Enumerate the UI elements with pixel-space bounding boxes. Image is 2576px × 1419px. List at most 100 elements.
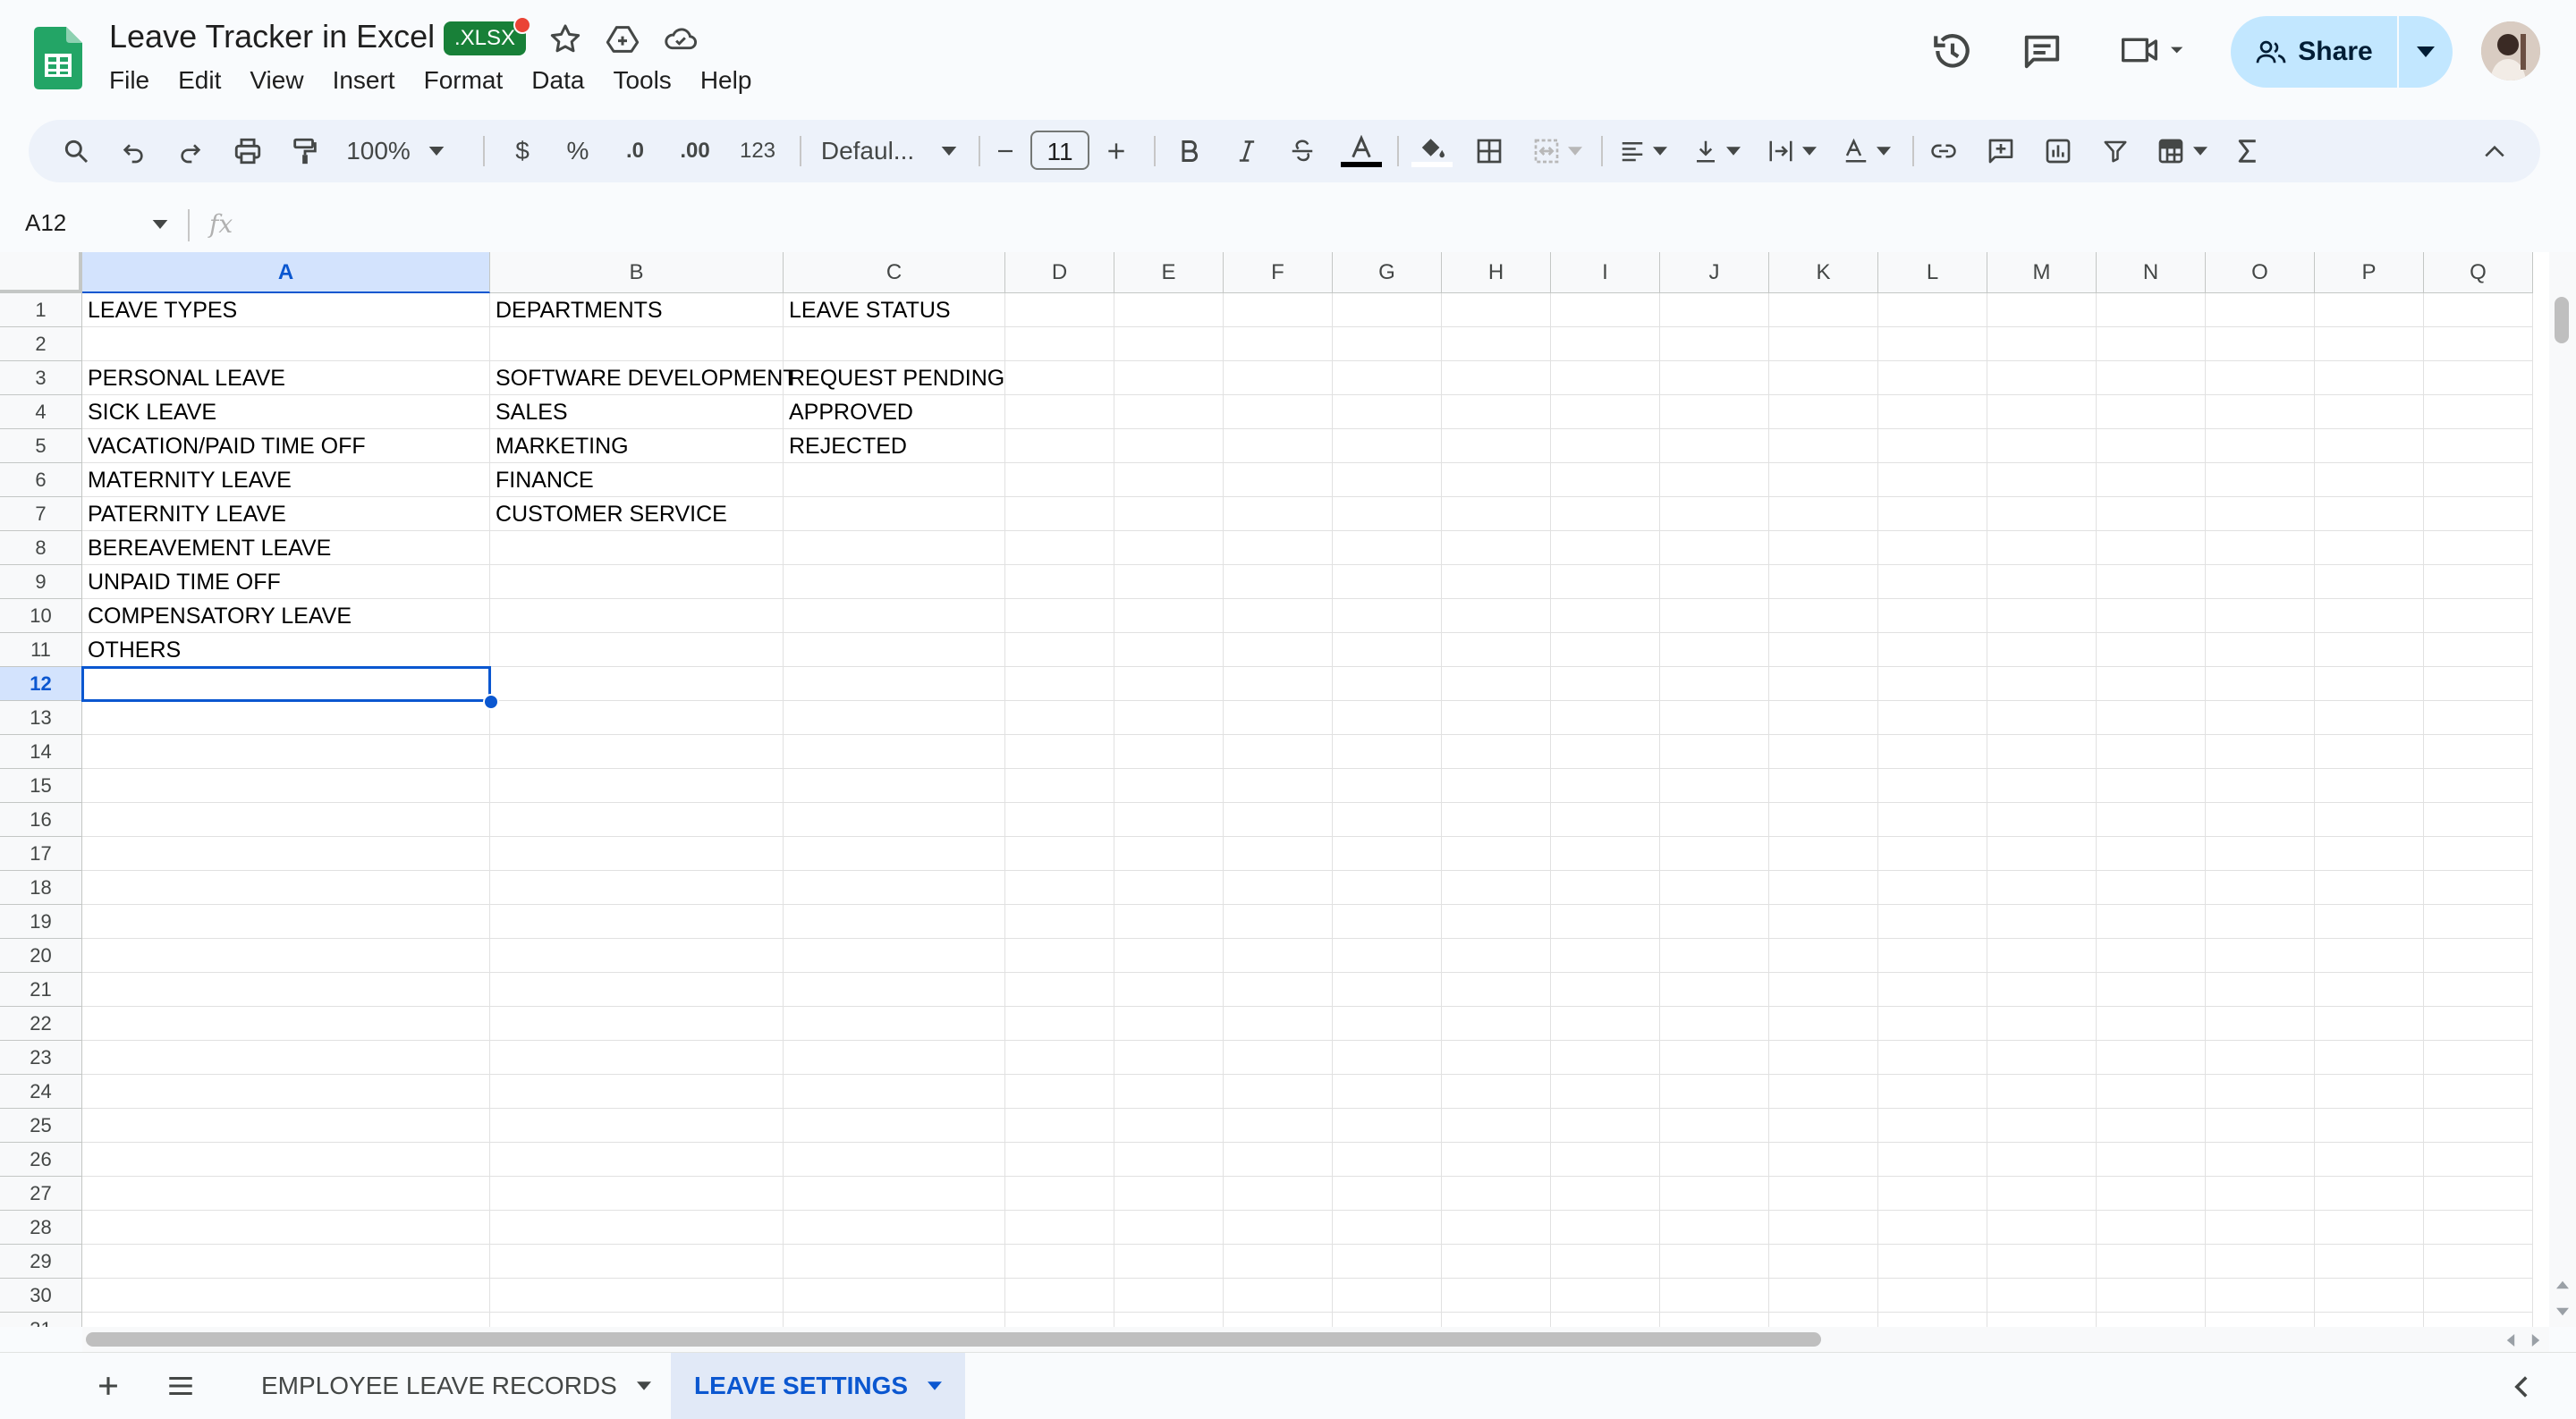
cell-c22[interactable] (784, 1007, 1005, 1041)
cell-b31[interactable] (490, 1313, 784, 1327)
cell-g2[interactable] (1333, 327, 1442, 361)
cell-k16[interactable] (1769, 803, 1878, 837)
cell-a25[interactable] (82, 1109, 490, 1143)
cell-b28[interactable] (490, 1211, 784, 1245)
cell-g17[interactable] (1333, 837, 1442, 871)
cell-h13[interactable] (1442, 701, 1551, 735)
cell-e30[interactable] (1114, 1279, 1224, 1313)
cell-p30[interactable] (2315, 1279, 2424, 1313)
cell-i24[interactable] (1551, 1075, 1660, 1109)
cell-d15[interactable] (1005, 769, 1114, 803)
cell-p8[interactable] (2315, 531, 2424, 565)
cell-c9[interactable] (784, 565, 1005, 599)
cell-j31[interactable] (1660, 1313, 1769, 1327)
cell-e29[interactable] (1114, 1245, 1224, 1279)
cell-m14[interactable] (1987, 735, 2097, 769)
cell-o21[interactable] (2206, 973, 2315, 1007)
column-header-d[interactable]: D (1005, 252, 1114, 293)
cell-q9[interactable] (2424, 565, 2533, 599)
cell-a17[interactable] (82, 837, 490, 871)
row-header-27[interactable]: 27 (0, 1177, 82, 1211)
cell-p25[interactable] (2315, 1109, 2424, 1143)
menu-file[interactable]: File (109, 63, 164, 98)
cell-p23[interactable] (2315, 1041, 2424, 1075)
row-header-4[interactable]: 4 (0, 395, 82, 429)
cell-f6[interactable] (1224, 463, 1333, 497)
cell-n30[interactable] (2097, 1279, 2206, 1313)
cell-c18[interactable] (784, 871, 1005, 905)
cell-q13[interactable] (2424, 701, 2533, 735)
cell-h3[interactable] (1442, 361, 1551, 395)
cell-m19[interactable] (1987, 905, 2097, 939)
row-header-28[interactable]: 28 (0, 1211, 82, 1245)
sidebar-toggle-icon[interactable] (2513, 1374, 2529, 1399)
cell-c13[interactable] (784, 701, 1005, 735)
cell-l25[interactable] (1878, 1109, 1987, 1143)
cell-q16[interactable] (2424, 803, 2533, 837)
cell-b29[interactable] (490, 1245, 784, 1279)
cell-c24[interactable] (784, 1075, 1005, 1109)
cell-j10[interactable] (1660, 599, 1769, 633)
row-header-11[interactable]: 11 (0, 633, 82, 667)
cell-c2[interactable] (784, 327, 1005, 361)
cell-f15[interactable] (1224, 769, 1333, 803)
cell-d20[interactable] (1005, 939, 1114, 973)
cell-j14[interactable] (1660, 735, 1769, 769)
cell-e18[interactable] (1114, 871, 1224, 905)
cell-j7[interactable] (1660, 497, 1769, 531)
cell-i31[interactable] (1551, 1313, 1660, 1327)
share-main[interactable]: Share (2231, 16, 2397, 88)
cell-e5[interactable] (1114, 429, 1224, 463)
cell-m27[interactable] (1987, 1177, 2097, 1211)
cell-g8[interactable] (1333, 531, 1442, 565)
cell-e22[interactable] (1114, 1007, 1224, 1041)
cell-g14[interactable] (1333, 735, 1442, 769)
cell-e12[interactable] (1114, 667, 1224, 701)
cell-o25[interactable] (2206, 1109, 2315, 1143)
cell-h10[interactable] (1442, 599, 1551, 633)
cell-n5[interactable] (2097, 429, 2206, 463)
cell-o26[interactable] (2206, 1143, 2315, 1177)
cell-q26[interactable] (2424, 1143, 2533, 1177)
cell-n11[interactable] (2097, 633, 2206, 667)
cell-n21[interactable] (2097, 973, 2206, 1007)
borders-icon[interactable] (1469, 120, 1510, 182)
cell-k2[interactable] (1769, 327, 1878, 361)
cell-d8[interactable] (1005, 531, 1114, 565)
cell-h28[interactable] (1442, 1211, 1551, 1245)
cell-n3[interactable] (2097, 361, 2206, 395)
strikethrough-icon[interactable] (1283, 120, 1322, 182)
cell-e1[interactable] (1114, 293, 1224, 327)
cell-f16[interactable] (1224, 803, 1333, 837)
cell-q17[interactable] (2424, 837, 2533, 871)
cell-d6[interactable] (1005, 463, 1114, 497)
vertical-scroll-thumb[interactable] (2555, 297, 2569, 343)
cloud-saved-icon[interactable] (662, 21, 699, 57)
cell-l3[interactable] (1878, 361, 1987, 395)
font-size-input[interactable]: 11 (1030, 131, 1089, 170)
column-header-m[interactable]: M (1987, 252, 2097, 293)
cell-b15[interactable] (490, 769, 784, 803)
column-header-q[interactable]: Q (2424, 252, 2533, 293)
cell-d14[interactable] (1005, 735, 1114, 769)
cell-l9[interactable] (1878, 565, 1987, 599)
zoom-select[interactable]: 100% (342, 120, 449, 182)
cell-e16[interactable] (1114, 803, 1224, 837)
cell-o20[interactable] (2206, 939, 2315, 973)
cell-m6[interactable] (1987, 463, 2097, 497)
cell-g3[interactable] (1333, 361, 1442, 395)
cell-a19[interactable] (82, 905, 490, 939)
cell-i17[interactable] (1551, 837, 1660, 871)
cell-n10[interactable] (2097, 599, 2206, 633)
cell-m1[interactable] (1987, 293, 2097, 327)
cell-a3[interactable]: PERSONAL LEAVE (82, 361, 490, 395)
cell-h4[interactable] (1442, 395, 1551, 429)
cell-o22[interactable] (2206, 1007, 2315, 1041)
column-header-k[interactable]: K (1769, 252, 1878, 293)
cell-p28[interactable] (2315, 1211, 2424, 1245)
cell-c6[interactable] (784, 463, 1005, 497)
cell-k19[interactable] (1769, 905, 1878, 939)
cell-h16[interactable] (1442, 803, 1551, 837)
cell-l18[interactable] (1878, 871, 1987, 905)
column-header-n[interactable]: N (2097, 252, 2206, 293)
